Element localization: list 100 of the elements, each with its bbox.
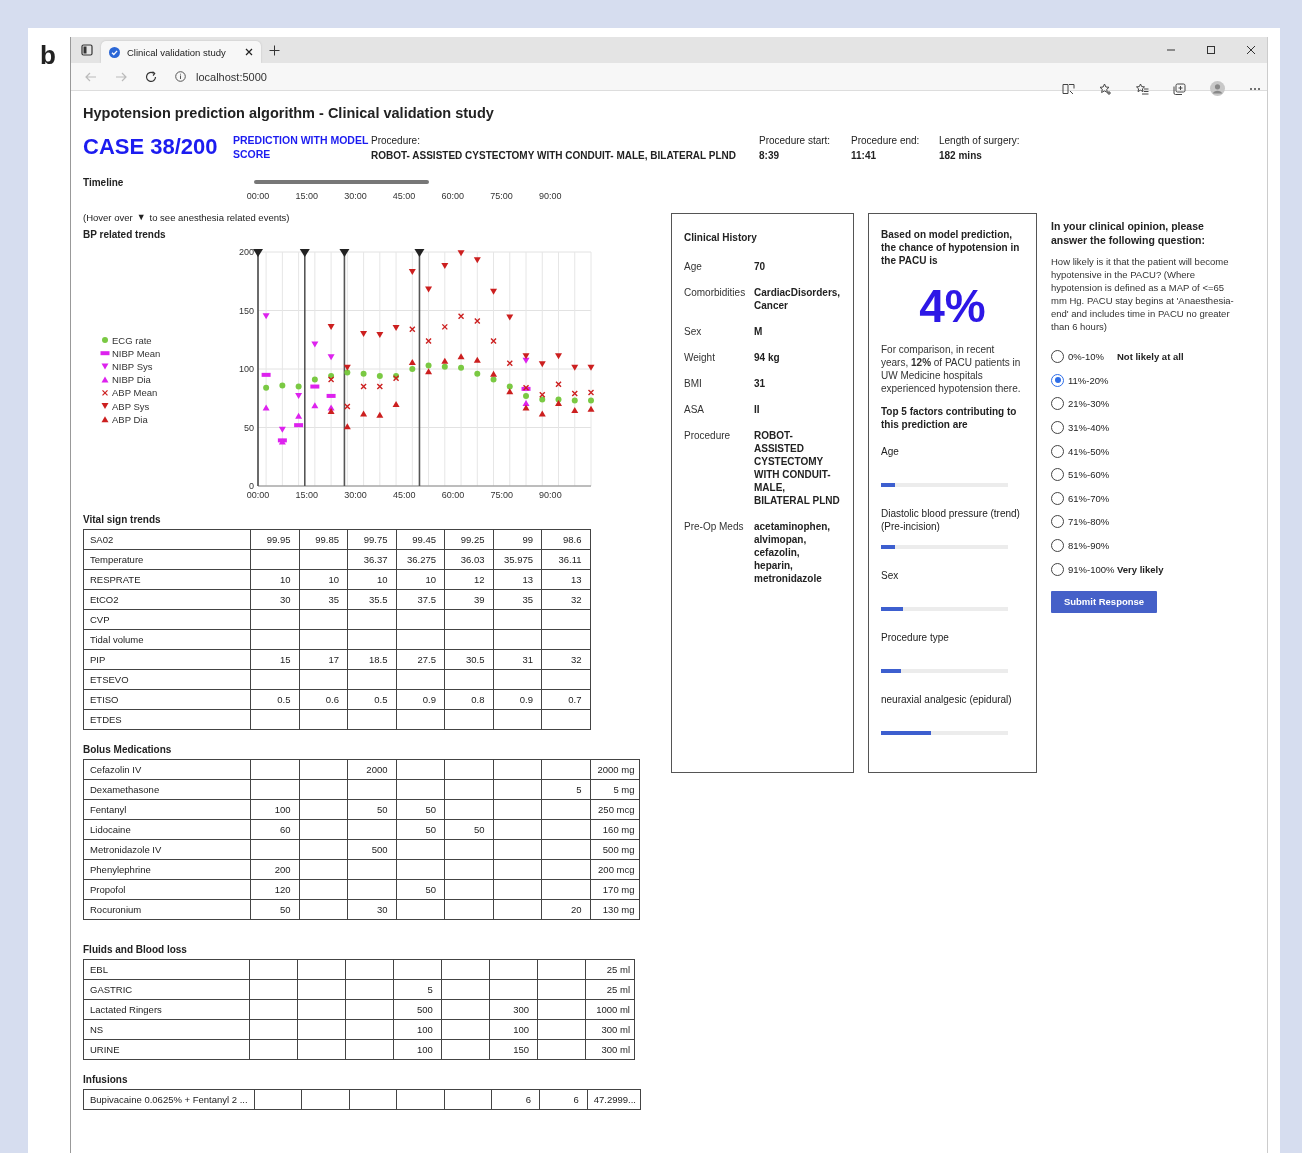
row-label-cell: PIP (83, 649, 251, 670)
table-cell (541, 879, 590, 900)
table-cell (299, 859, 348, 880)
table-cell (493, 899, 542, 920)
submit-button[interactable]: Submit Response (1051, 590, 1157, 613)
prediction-percent: 4% (918, 281, 987, 331)
timeline-label: Timeline (83, 177, 125, 190)
table-cell (441, 1019, 490, 1040)
data-point (392, 401, 400, 408)
row-label-cell: NS (83, 1019, 250, 1040)
add-favorite-icon[interactable] (1099, 82, 1112, 95)
panel-title: Clinical History (684, 232, 758, 243)
prediction-intro: Based on model prediction, the chance of hypotension in the PACU is (881, 228, 1021, 267)
tab-actions-icon[interactable] (81, 44, 93, 56)
radio-option[interactable]: 51%-60% (1051, 468, 1117, 482)
row-label-cell: Phenylephrine (83, 859, 251, 880)
table-cell (541, 759, 590, 780)
data-point (360, 410, 368, 417)
row-label-cell: EtCO2 (83, 589, 251, 610)
total-cell: 500 mg (590, 839, 639, 860)
table-cell (250, 839, 299, 860)
legend-swatch (101, 376, 109, 383)
table-cell (347, 629, 396, 650)
table-cell (250, 629, 299, 650)
table-cell: 0.9 (396, 689, 445, 710)
radio-option[interactable]: 0%-10% (1051, 350, 1117, 364)
event-marker[interactable] (339, 249, 350, 487)
data-point (490, 337, 497, 345)
data-point (261, 372, 271, 377)
event-marker[interactable] (299, 249, 310, 487)
table-cell: 50 (444, 819, 493, 840)
table-cell (444, 1089, 492, 1110)
radio-option[interactable]: 41%-50% (1051, 444, 1117, 458)
table-cell (537, 979, 586, 1000)
history-value: ROBOT- ASSISTED CYSTECTOMY WITH CONDUIT- MALE, BILATERAL PLND (754, 429, 841, 507)
table-cell: 150 (489, 1039, 538, 1060)
reload-icon[interactable] (145, 70, 157, 83)
table-cell (347, 709, 396, 730)
table-cell (489, 979, 538, 1000)
table-cell: 99 (493, 529, 542, 550)
table-cell: 0.6 (299, 689, 348, 710)
profile-avatar-icon[interactable] (1210, 81, 1225, 96)
section-title: Vital sign trends (83, 514, 162, 525)
radio-option[interactable]: 21%-30% (1051, 397, 1117, 411)
table-cell (396, 779, 445, 800)
table-cell (396, 839, 445, 860)
timeline-tick-label: 90:00 (538, 191, 562, 201)
legend-label: ABP Mean (112, 387, 158, 399)
table-cell: 99.25 (444, 529, 493, 550)
table-cell (444, 859, 493, 880)
table-cell (345, 1039, 394, 1060)
hint-text: (Hover over (83, 212, 133, 223)
table-cell (444, 799, 493, 820)
close-window-icon[interactable] (1246, 45, 1256, 55)
history-label: Pre-Op Meds (684, 520, 745, 534)
scale-note: Not likely at all (1117, 351, 1184, 363)
reading-view-icon[interactable] (1062, 82, 1075, 95)
browser-tab[interactable]: Clinical validation study (101, 41, 261, 63)
table-cell (347, 879, 396, 900)
question-title: In your clinical opinion, please answer the following question: (1051, 219, 1206, 247)
total-cell: 25 ml (585, 959, 635, 980)
close-tab-icon[interactable] (245, 48, 253, 56)
event-marker[interactable] (414, 249, 425, 487)
radio-option[interactable]: 31%-40% (1051, 421, 1117, 435)
history-label: Procedure (684, 429, 732, 443)
row-label-cell: URINE (83, 1039, 250, 1060)
event-marker[interactable] (253, 249, 263, 487)
favorites-icon[interactable] (1136, 82, 1149, 95)
info-icon[interactable] (175, 71, 186, 82)
section-title: Bolus Medications (83, 744, 173, 755)
axis-tick-label: 75:00 (490, 490, 513, 500)
new-tab-icon[interactable] (269, 45, 280, 56)
history-label: Weight (684, 351, 716, 364)
maximize-icon[interactable] (1206, 45, 1216, 55)
legend-label: ABP Dia (112, 413, 148, 425)
radio-option[interactable]: 61%-70% (1051, 491, 1117, 505)
radio-option[interactable]: 91%-100% (1051, 562, 1117, 576)
address-field[interactable]: localhost:5000 (196, 70, 267, 83)
table-cell (299, 549, 348, 570)
table-cell (297, 1039, 346, 1060)
table-cell (249, 1019, 298, 1040)
table-cell: 36.11 (541, 549, 590, 570)
table-cell: 0.8 (444, 689, 493, 710)
radio-option[interactable]: 11%-20% (1051, 373, 1117, 387)
table-cell (297, 1019, 346, 1040)
table-cell (441, 1039, 490, 1060)
radio-option[interactable]: 71%-80% (1051, 515, 1117, 529)
history-label: Comorbidities (684, 286, 747, 300)
more-icon[interactable] (1249, 86, 1261, 91)
row-label-cell: ETSEVO (83, 669, 251, 690)
radio-option[interactable]: 81%-90% (1051, 539, 1117, 553)
total-cell: 250 mcg (590, 799, 639, 820)
timeline-tick-label: 75:00 (490, 191, 513, 201)
table-cell (493, 609, 542, 630)
table-cell (537, 999, 586, 1020)
table-cell: 50 (396, 879, 445, 900)
table-cell (493, 819, 542, 840)
page-title: Hypotension prediction algorithm - Clinical validation study (83, 105, 495, 121)
data-point (571, 364, 579, 371)
collections-icon[interactable] (1173, 82, 1186, 95)
